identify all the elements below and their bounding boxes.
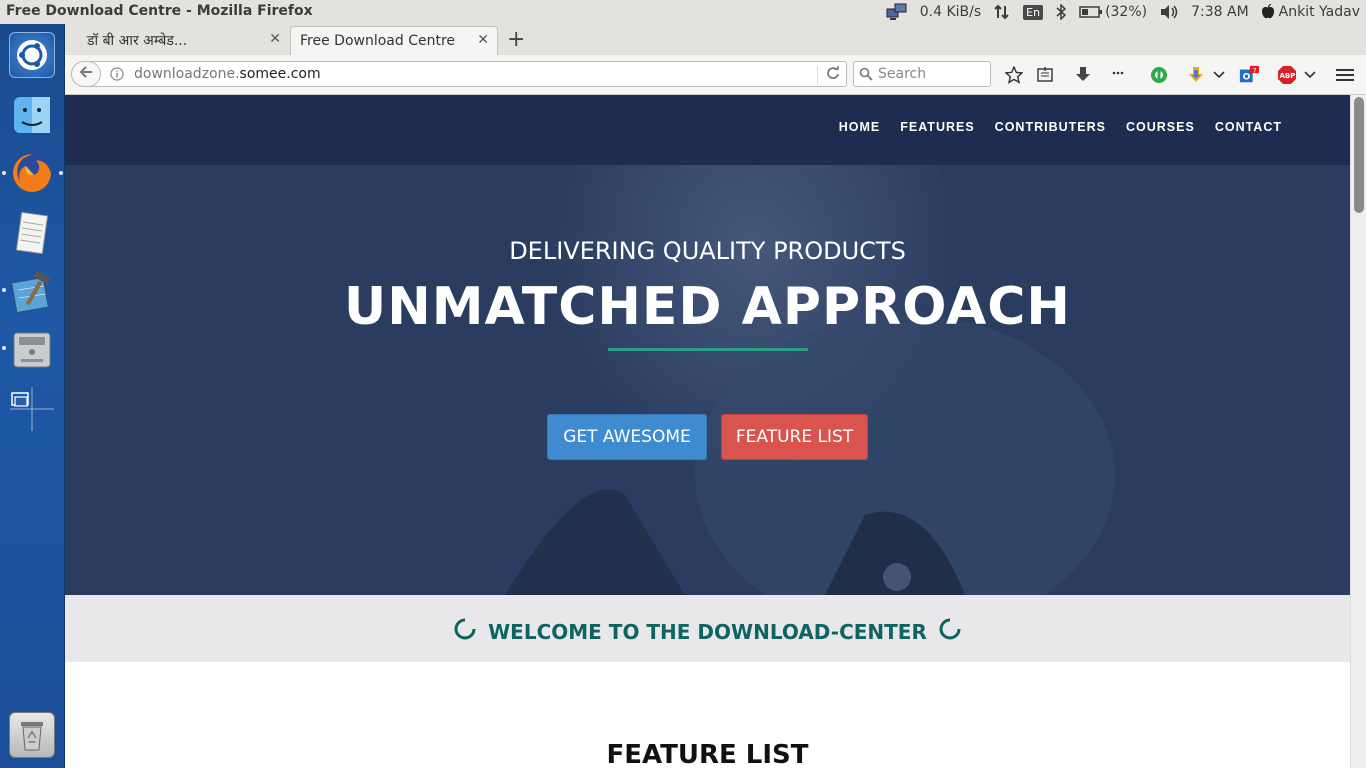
url-domain: somee.com [239, 66, 321, 82]
disk-drive-icon[interactable] [9, 327, 55, 373]
volume-icon[interactable] [1159, 4, 1179, 20]
back-button[interactable] [71, 61, 101, 87]
url-text[interactable]: downloadzone.somee.com [134, 66, 321, 82]
text-editor-icon[interactable] [9, 210, 55, 256]
nav-link-contributers[interactable]: CONTRIBUTERS [995, 120, 1106, 134]
search-input[interactable]: Search [853, 61, 991, 87]
tab-label: Free Download Centre [300, 33, 456, 49]
overflow-dots-icon[interactable] [1109, 65, 1129, 85]
hero-background-image [65, 165, 1350, 595]
new-tab-button[interactable]: + [507, 27, 525, 52]
chevron-down-icon[interactable] [1209, 65, 1229, 85]
network-icon[interactable] [886, 3, 908, 21]
adblock-plus-icon[interactable]: ABP [1277, 65, 1297, 85]
bluetooth-icon[interactable] [1055, 4, 1067, 20]
page-scrollbar[interactable] [1350, 95, 1366, 768]
bookmark-star-icon[interactable] [1004, 65, 1024, 85]
browser-nav-bar: downloadzone.somee.com Search O7 ABP [65, 55, 1366, 95]
firefox-icon[interactable] [9, 150, 55, 196]
spinner-icon [939, 618, 961, 645]
network-speed: 0.4 KiB/s [919, 4, 982, 20]
site-info-icon[interactable] [110, 67, 124, 85]
url-subdomain: downloadzone. [134, 66, 240, 82]
user-menu[interactable]: Ankit Yadav [1261, 4, 1360, 20]
running-indicator [2, 346, 6, 350]
browser-tab-strip: डॉ बी आर अम्बेड... ✕ Free Download Centr… [65, 24, 1366, 55]
welcome-text: WELCOME TO THE DOWNLOAD-CENTER [488, 619, 927, 644]
hero-divider [608, 348, 808, 351]
outlook-extension-icon[interactable]: O7 [1239, 65, 1259, 85]
window-title: Free Download Centre - Mozilla Firefox [6, 3, 313, 19]
system-top-panel: Free Download Centre - Mozilla Firefox 0… [0, 0, 1366, 24]
hamburger-menu-icon[interactable] [1335, 65, 1355, 85]
apple-icon [1261, 4, 1275, 20]
extension-green-icon[interactable] [1149, 65, 1169, 85]
url-bar[interactable]: downloadzone.somee.com [71, 61, 847, 87]
reading-list-icon[interactable] [1035, 65, 1055, 85]
transfer-arrows-icon[interactable] [993, 4, 1011, 20]
running-indicator [2, 288, 6, 292]
nav-link-courses[interactable]: COURSES [1126, 120, 1195, 134]
clock[interactable]: 7:38 AM [1191, 4, 1249, 20]
chevron-down-icon[interactable] [1300, 65, 1320, 85]
search-placeholder: Search [878, 66, 927, 82]
site-navbar: HOME FEATURES CONTRIBUTERS COURSES CONTA… [65, 95, 1350, 165]
focused-indicator [59, 171, 63, 175]
welcome-banner: WELCOME TO THE DOWNLOAD-CENTER [65, 595, 1350, 662]
close-tab-icon[interactable]: ✕ [269, 31, 281, 47]
unity-launcher [0, 24, 65, 768]
scrollbar-thumb[interactable] [1354, 97, 1364, 213]
feature-list-heading: FEATURE LIST [606, 740, 809, 768]
battery-percent: (32%) [1105, 4, 1148, 20]
tab-free-download-centre[interactable]: Free Download Centre ✕ [290, 26, 498, 55]
hero-section: DELIVERING QUALITY PRODUCTS UNMATCHED AP… [65, 165, 1350, 595]
running-indicator [2, 171, 6, 175]
battery-indicator[interactable]: (32%) [1079, 4, 1147, 20]
spinner-icon [454, 618, 476, 645]
close-tab-icon[interactable]: ✕ [477, 32, 489, 48]
back-arrow-icon [78, 65, 94, 83]
nav-link-contact[interactable]: CONTACT [1215, 120, 1282, 134]
extension-download-icon[interactable] [1186, 65, 1206, 85]
get-awesome-button[interactable]: GET AWESOME [547, 414, 707, 460]
nav-link-home[interactable]: HOME [839, 120, 881, 134]
svg-text:O: O [1243, 73, 1251, 83]
site-nav-links: HOME FEATURES CONTRIBUTERS COURSES CONTA… [839, 120, 1282, 134]
workspace-switcher-icon[interactable] [9, 386, 55, 432]
search-icon [859, 67, 873, 85]
tab-ambedkar[interactable]: डॉ बी आर अम्बेड... ✕ [73, 26, 289, 55]
ubuntu-dash-icon[interactable] [9, 32, 55, 78]
downloads-icon[interactable] [1073, 65, 1093, 85]
xcode-icon[interactable] [9, 269, 55, 315]
tab-label: डॉ बी आर अम्बेड... [87, 33, 188, 49]
battery-icon [1079, 5, 1103, 19]
finder-icon[interactable] [9, 92, 55, 138]
user-name: Ankit Yadav [1278, 4, 1360, 20]
feature-list-button[interactable]: FEATURE LIST [721, 414, 868, 460]
keyboard-layout[interactable]: En [1023, 4, 1044, 20]
system-tray: 0.4 KiB/s En (32%) 7:38 AM Ankit Yadav [886, 0, 1360, 24]
reload-icon[interactable] [817, 66, 840, 84]
hero-title: UNMATCHED APPROACH [344, 277, 1071, 337]
nav-link-features[interactable]: FEATURES [900, 120, 974, 134]
adblock-label: ABP [1280, 72, 1296, 80]
notification-badge: 7 [1253, 67, 1257, 74]
hero-subtitle: DELIVERING QUALITY PRODUCTS [509, 237, 906, 265]
trash-icon[interactable] [9, 712, 55, 758]
page-viewport: HOME FEATURES CONTRIBUTERS COURSES CONTA… [65, 95, 1350, 768]
